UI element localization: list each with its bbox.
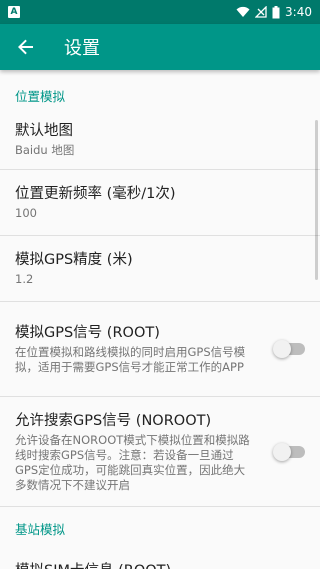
pref-update-frequency[interactable]: 位置更新频率 (毫秒/1次) 100 [0, 170, 320, 236]
status-time: 3:40 [285, 5, 312, 19]
settings-list[interactable]: 位置模拟 默认地图 Baidu 地图 位置更新频率 (毫秒/1次) 100 模拟… [0, 70, 320, 569]
pref-allow-gps-search[interactable]: 允许搜索GPS信号 (NOROOT) 允许设备在NOROOT模式下模拟位置和模拟… [0, 397, 320, 507]
pref-title: 模拟GPS精度 (米) [15, 252, 133, 268]
signal-off-icon [255, 6, 267, 18]
pref-summary: 100 [15, 206, 37, 220]
pref-title: 位置更新频率 (毫秒/1次) [15, 186, 176, 202]
pref-title: 模拟SIM卡信息 (ROOT) [15, 561, 305, 569]
back-button[interactable] [2, 24, 50, 70]
pref-summary: 在位置模拟和路线模拟的同时启用GPS信号模拟，适用于需要GPS信号才能正常工作的… [15, 345, 246, 374]
status-bar: A 3:40 [0, 0, 320, 24]
battery-icon [272, 5, 280, 19]
scrollbar[interactable] [315, 120, 318, 280]
pref-title: 允许搜索GPS信号 (NOROOT) [15, 412, 212, 429]
page-title: 设置 [64, 38, 100, 59]
pref-title: 默认地图 [15, 123, 73, 139]
app-toolbar: 设置 [0, 24, 320, 70]
allow-gps-search-switch[interactable] [265, 442, 305, 461]
pref-summary: Baidu 地图 [15, 143, 75, 157]
pref-summary: 1.2 [15, 272, 34, 286]
switch-track [273, 442, 305, 461]
pref-simulate-sim-info[interactable]: 模拟SIM卡信息 (ROOT) [0, 547, 320, 569]
app-notification-icon: A [8, 6, 20, 18]
arrow-back-icon [18, 39, 34, 55]
switch-thumb [273, 340, 291, 358]
pref-gps-accuracy[interactable]: 模拟GPS精度 (米) 1.2 [0, 236, 320, 302]
pref-default-map[interactable]: 默认地图 Baidu 地图 [0, 110, 320, 170]
pref-title: 模拟GPS信号 (ROOT) [15, 325, 160, 341]
wifi-icon [236, 6, 250, 18]
pref-summary: 允许设备在NOROOT模式下模拟位置和模拟路线时搜索GPS信号。注意：若设备一旦… [15, 432, 250, 492]
simulate-gps-signal-switch[interactable] [265, 340, 305, 358]
switch-thumb [273, 442, 291, 461]
switch-track [273, 340, 305, 358]
pref-simulate-gps-signal[interactable]: 模拟GPS信号 (ROOT) 在位置模拟和路线模拟的同时启用GPS信号模拟，适用… [0, 302, 320, 397]
category-location-simulation: 位置模拟 [15, 89, 66, 104]
category-base-station-simulation: 基站模拟 [15, 522, 66, 537]
